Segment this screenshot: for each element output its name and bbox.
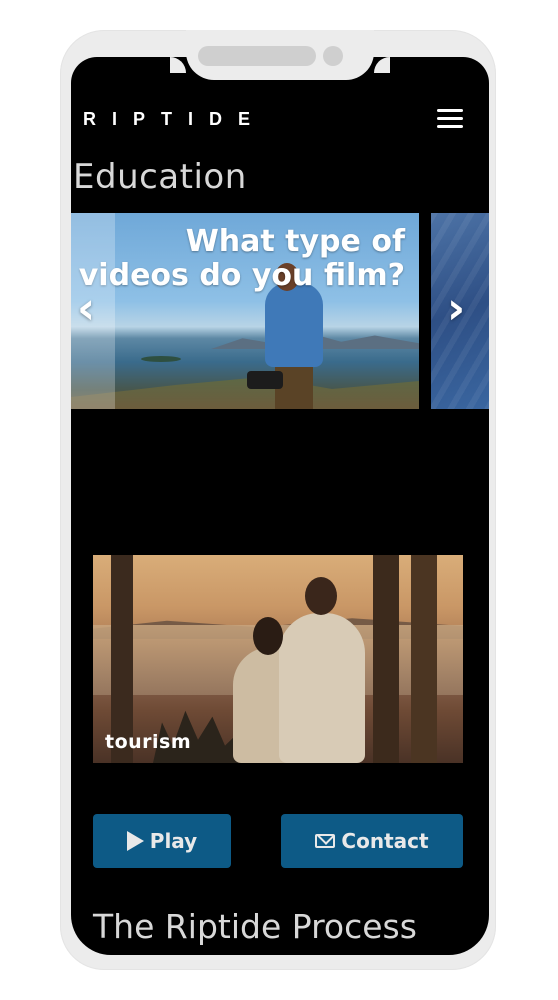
feature-pillar-right-1 [373,555,399,763]
contact-button-label: Contact [341,829,429,853]
front-camera [323,46,343,66]
video-carousel: What type of videos do you film? ‹ › [71,213,489,409]
section-title-education: Education [73,157,247,197]
speaker-grille [198,46,316,66]
contact-button[interactable]: Contact [281,814,463,868]
feature-head-woman [253,617,283,655]
chevron-left-icon[interactable]: ‹ [77,287,95,331]
slide-shore [71,377,419,409]
feature-label: tourism [105,731,192,753]
envelope-icon [315,834,336,848]
feature-pillar-right-2 [411,555,437,763]
slide-island [141,356,181,362]
feature-person-man [279,613,365,763]
brand-logo[interactable]: RIPTIDE [83,109,266,130]
feature-head-man [305,577,337,615]
chevron-right-icon[interactable]: › [447,287,465,331]
play-icon [126,831,144,851]
carousel-slide-caption: What type of videos do you film? [78,224,405,293]
play-button-label: Play [149,829,198,853]
device-screen: RIPTIDE Education What type of videos do… [71,57,489,955]
carousel-slide[interactable]: What type of videos do you film? [71,213,419,409]
slide-person-body [265,283,323,367]
slide-camera [247,371,283,389]
play-button[interactable]: Play [93,814,231,868]
section-title-process: The Riptide Process [93,907,417,946]
hamburger-menu-icon[interactable] [437,109,463,131]
tourism-feature-image[interactable]: tourism [93,555,463,763]
